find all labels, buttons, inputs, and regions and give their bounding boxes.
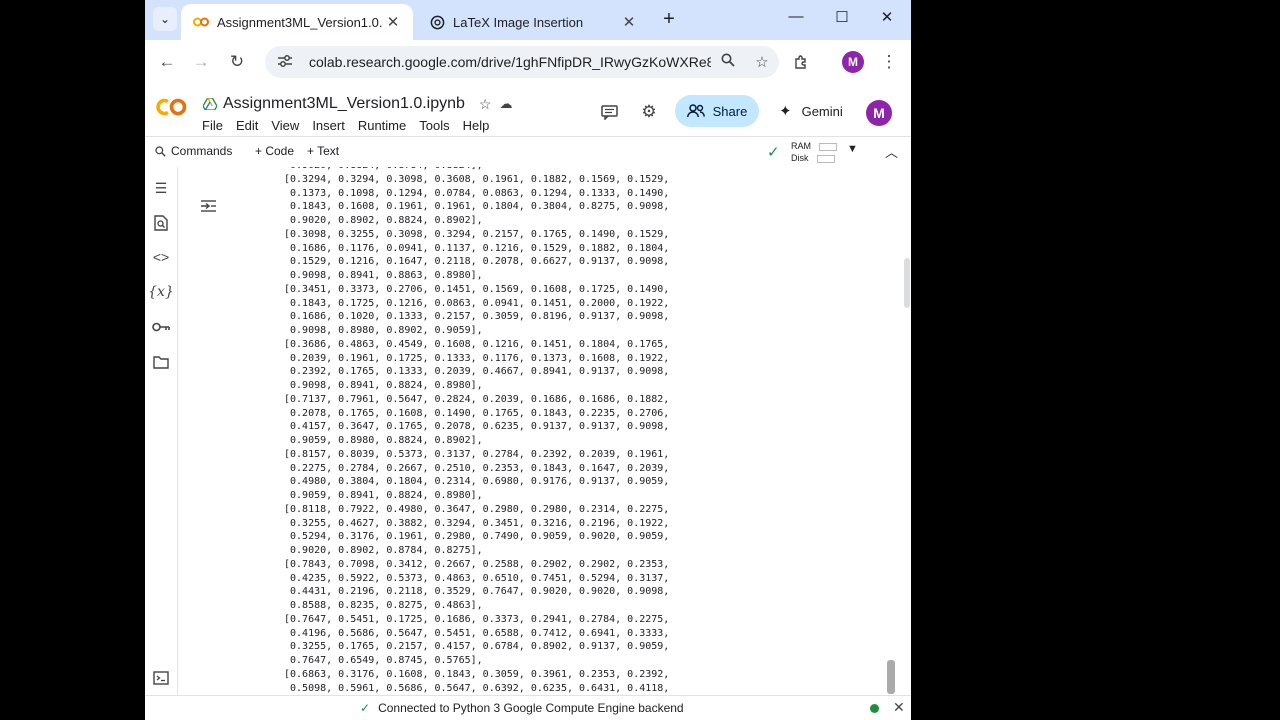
gemini-label: Gemini [801,103,843,119]
notebook-toolbar: Commands + Code + Text ✓ RAM Disk ▼ ︿ [145,136,911,168]
connection-status-dot [870,704,879,713]
table-of-contents-icon[interactable]: ☰ [149,176,173,200]
terminal-icon[interactable] [149,666,173,690]
commands-button[interactable]: Commands [155,144,232,158]
menu-runtime[interactable]: Runtime [358,118,406,133]
bookmark-star-icon[interactable]: ☆ [751,53,773,71]
find-replace-icon[interactable] [149,211,173,235]
menu-file[interactable]: File [202,118,223,133]
colab-header: Assignment3ML_Version1.0.ipynb ☆ ☁ File … [145,88,911,136]
status-bar: ✓ Connected to Python 3 Google Compute E… [145,695,911,720]
close-status-icon[interactable]: ✕ [893,699,905,716]
browser-profile-avatar[interactable]: M [842,51,864,73]
notebook-title[interactable]: Assignment3ML_Version1.0.ipynb [223,95,465,113]
cell-output-text: 0.9020, 0.8824, 0.8784, 0.8824], [0.3294… [284,167,670,694]
notebook-title-row: Assignment3ML_Version1.0.ipynb ☆ ☁ [203,95,512,113]
commands-label: Commands [171,144,233,158]
chatgpt-favicon-icon [429,14,445,30]
site-settings-icon[interactable] [277,54,295,71]
extensions-icon[interactable] [789,50,813,74]
menu-view[interactable]: View [271,118,299,133]
variables-icon[interactable]: {x} [148,280,174,304]
colab-logo[interactable] [155,96,189,125]
check-icon: ✓ [360,701,371,715]
runtime-dropdown-icon[interactable]: ▼ [847,143,858,155]
share-label: Share [712,103,748,119]
resource-monitor[interactable]: RAM Disk [791,140,837,164]
colab-favicon-icon [193,14,209,30]
gemini-button[interactable]: ✦ Gemini [779,102,843,120]
code-snippets-icon[interactable]: <> [149,245,173,269]
browser-window: ⌄ Assignment3ML_Version1.0.ipynb ✕ LaTeX… [145,0,911,720]
share-button[interactable]: Share [675,95,759,127]
left-sidebar: ☰ <> {x} [145,167,178,695]
search-icon [155,145,166,157]
menu-edit[interactable]: Edit [236,118,258,133]
connection-status[interactable]: ✓ Connected to Python 3 Google Compute E… [360,701,684,715]
cloud-saved-icon[interactable]: ☁ [499,96,512,112]
new-tab-icon[interactable]: + [657,8,681,31]
close-window-icon[interactable]: ✕ [872,8,902,26]
address-bar[interactable]: colab.research.google.com/drive/1ghFNfip… [265,46,779,78]
tab-latex-image-insertion[interactable]: LaTeX Image Insertion ✕ [417,4,649,40]
reload-icon[interactable]: ↻ [225,50,249,74]
menu-bar: File Edit View Insert Runtime Tools Help [202,118,502,133]
gemini-sparkle-icon: ✦ [779,103,792,120]
url-text: colab.research.google.com/drive/1ghFNfip… [309,54,711,70]
ram-usage-bar [819,142,837,151]
browser-menu-icon[interactable]: ⋮ [877,50,901,74]
add-text-cell-button[interactable]: + Text [307,144,339,158]
menu-help[interactable]: Help [463,118,490,133]
disk-label: Disk [791,153,809,163]
disk-usage-bar [816,154,835,163]
connected-check-icon: ✓ [767,144,780,161]
tab-title: Assignment3ML_Version1.0.ipynb [217,14,383,30]
tab-assignment-notebook[interactable]: Assignment3ML_Version1.0.ipynb ✕ [181,4,413,40]
address-bar-row: ← → ↻ colab.research.google.com/drive/1g… [145,40,911,84]
page-scrollbar[interactable] [904,258,910,308]
add-code-cell-button[interactable]: + Code [255,144,294,158]
star-notebook-icon[interactable]: ☆ [479,96,492,113]
back-arrow-icon[interactable]: ← [155,50,179,74]
people-icon [686,104,705,118]
colab-account-avatar[interactable]: M [866,100,892,126]
comments-icon[interactable] [597,100,621,124]
close-tab-icon[interactable]: ✕ [383,13,403,31]
connection-status-text: Connected to Python 3 Google Compute Eng… [378,701,684,715]
files-folder-icon[interactable] [149,350,173,374]
zoom-search-icon[interactable] [717,53,739,71]
menu-insert[interactable]: Insert [312,118,345,133]
tab-search-dropdown-icon[interactable]: ⌄ [153,7,177,31]
settings-gear-icon[interactable]: ⚙ [637,100,661,124]
collapse-chevron-up-icon[interactable]: ︿ [885,142,898,161]
close-tab-icon[interactable]: ✕ [619,13,639,31]
secrets-key-icon[interactable] [149,315,173,339]
forward-arrow-icon[interactable]: → [189,50,213,74]
notebook-output-area: 0.9020, 0.8824, 0.8784, 0.8824], [0.3294… [178,167,911,695]
tab-title: LaTeX Image Insertion [453,14,584,30]
tab-strip: ⌄ Assignment3ML_Version1.0.ipynb ✕ LaTeX… [145,0,911,40]
output-scrollbar-thumb[interactable] [887,660,895,694]
google-drive-icon [203,98,219,110]
menu-tools[interactable]: Tools [419,118,449,133]
maximize-icon[interactable]: ☐ [827,8,857,26]
minimize-icon[interactable]: — [781,8,811,25]
ram-label: RAM [791,141,811,151]
output-actions-icon[interactable] [200,199,217,216]
